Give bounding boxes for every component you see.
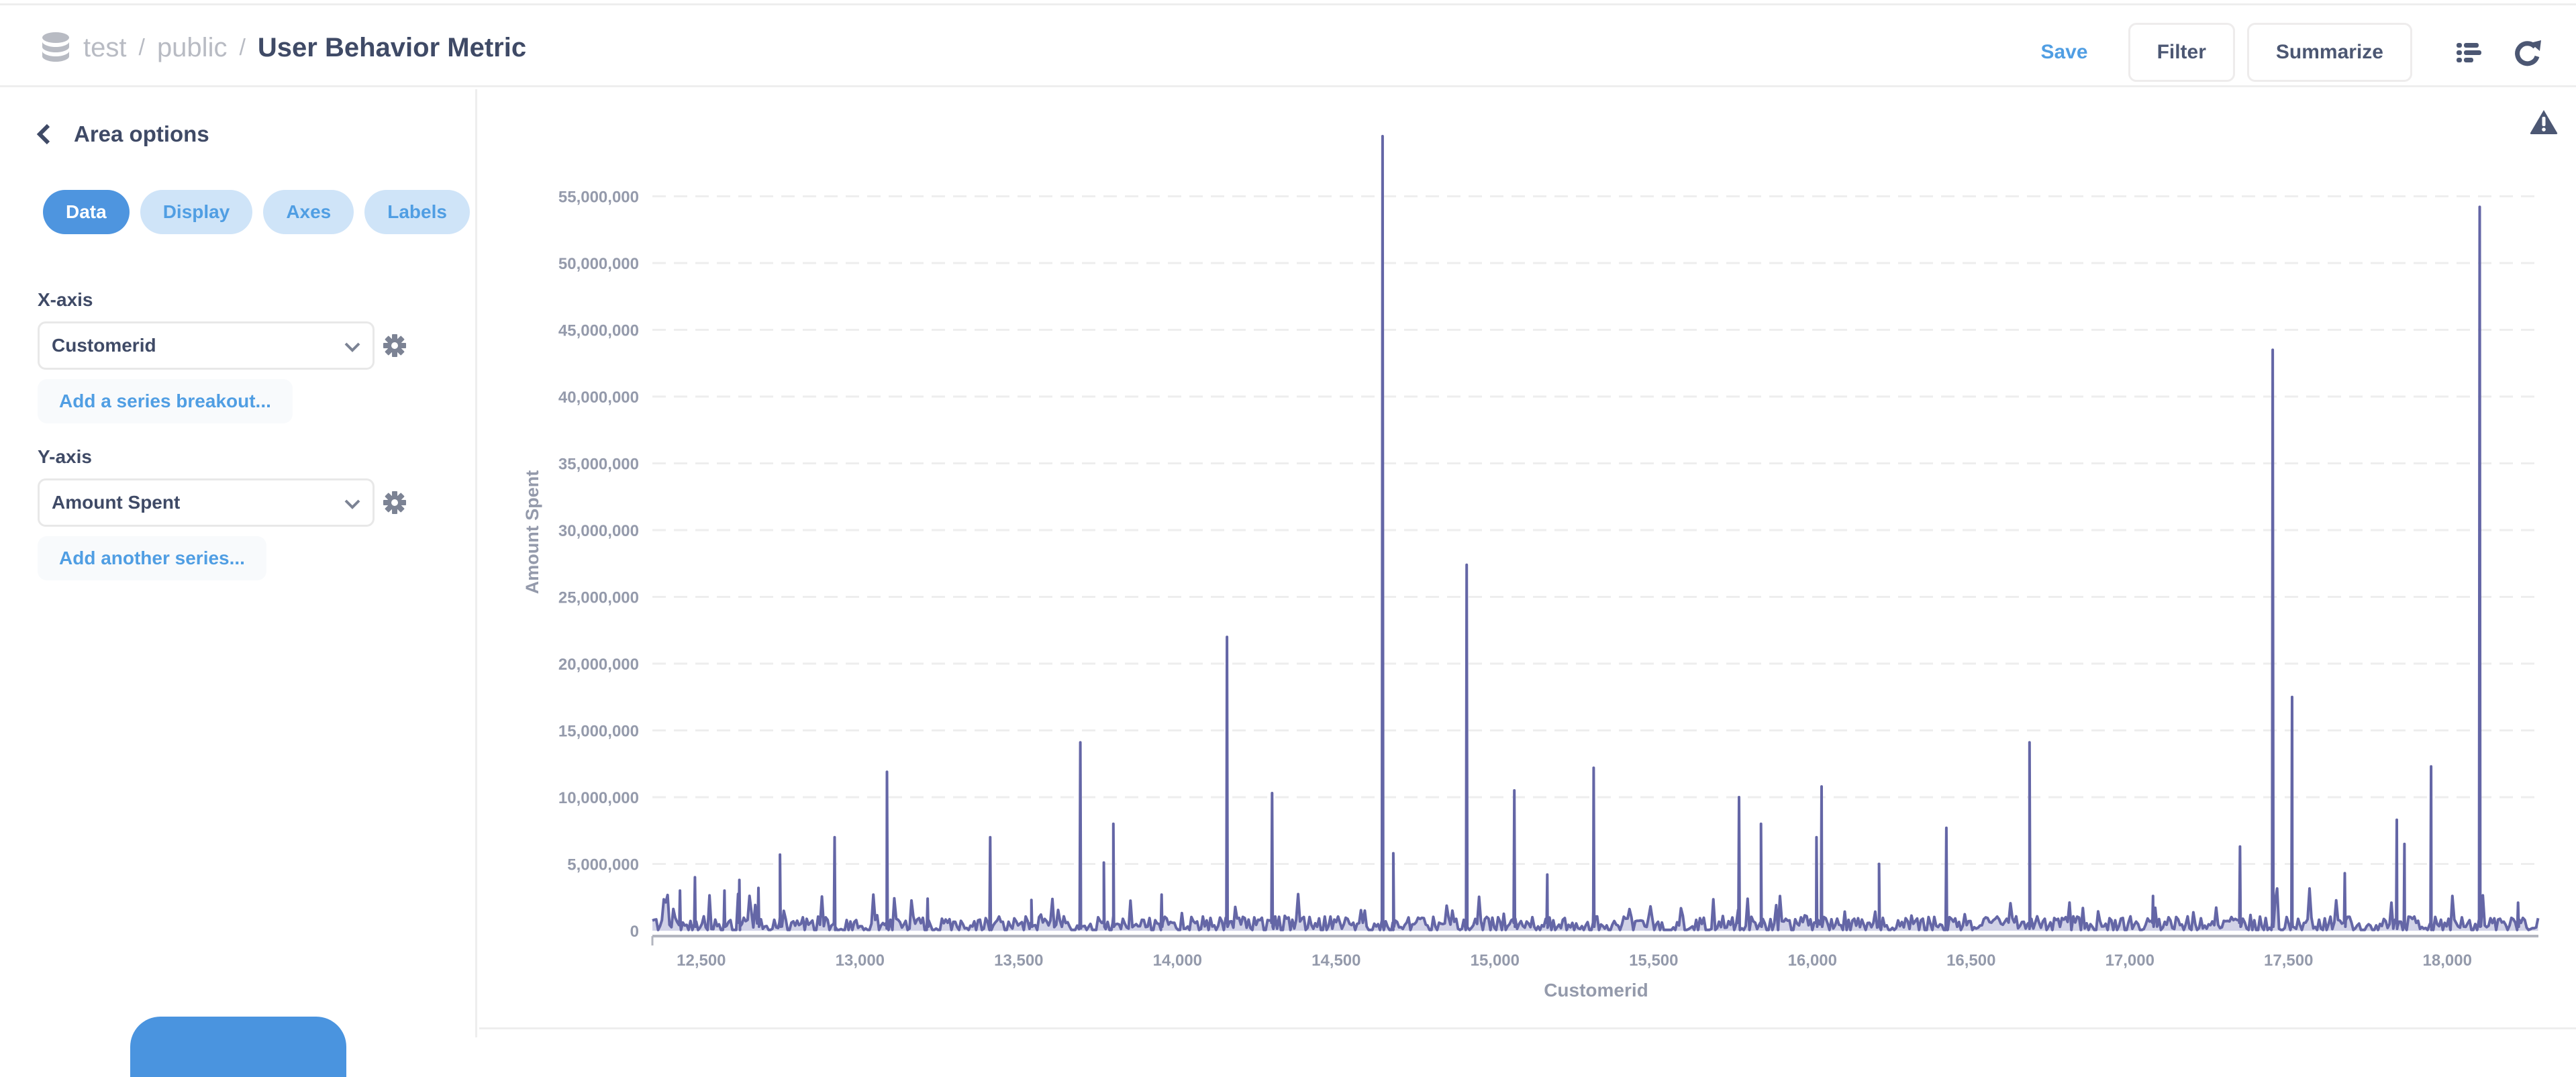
x-tick-label: 15,500 <box>1629 952 1678 970</box>
chevron-left-icon <box>36 123 50 145</box>
header-actions: Save Filter Summarize <box>2040 23 2576 82</box>
y-axis-value: Amount Spent <box>52 492 181 513</box>
refresh-icon[interactable] <box>2513 38 2542 67</box>
y-tick-label: 20,000,000 <box>558 656 639 674</box>
y-tick-label: 15,000,000 <box>558 723 639 741</box>
x-tick-label: 17,000 <box>2106 952 2154 970</box>
filter-button[interactable]: Filter <box>2128 23 2235 82</box>
tab-labels[interactable]: Labels <box>364 190 470 234</box>
x-tick-label: 12,500 <box>677 952 726 970</box>
breadcrumb: test / public / User Behavior Metric <box>42 32 526 63</box>
x-axis-value: Customerid <box>52 335 156 356</box>
y-tick-label: 55,000,000 <box>558 189 639 207</box>
y-tick-label: 45,000,000 <box>558 322 639 340</box>
save-button[interactable]: Save <box>2040 41 2087 64</box>
summarize-button[interactable]: Summarize <box>2246 23 2412 82</box>
x-tick-label: 13,500 <box>994 952 1043 970</box>
settings-tabs: Data Display Axes Labels <box>43 190 481 234</box>
x-tick-label: 18,000 <box>2423 952 2472 970</box>
x-tick-label: 16,500 <box>1946 952 1995 970</box>
x-axis-label: X-axis <box>38 289 93 310</box>
database-icon <box>42 32 69 62</box>
y-tick-label: 25,000,000 <box>558 589 639 607</box>
x-axis-gear-icon[interactable] <box>383 334 407 358</box>
sidebar-title: Area options <box>74 121 209 146</box>
query-header: test / public / User Behavior Metric Sav… <box>0 5 2576 87</box>
breadcrumb-separator: / <box>239 34 246 60</box>
y-axis-select[interactable]: Amount Spent <box>38 478 375 527</box>
y-tick-label: 50,000,000 <box>558 255 639 273</box>
breadcrumb-separator: / <box>138 34 145 60</box>
x-tick-label: 14,500 <box>1311 952 1360 970</box>
y-tick-label: 30,000,000 <box>558 522 639 540</box>
back-to-chart-types[interactable]: Area options <box>35 121 209 147</box>
y-tick-labels: 0 5,000,000 10,000,000 15,000,000 20,000,000… <box>558 189 639 941</box>
x-tick-label: 15,000 <box>1471 952 1520 970</box>
tab-display[interactable]: Display <box>140 190 253 234</box>
chevron-down-icon <box>344 499 360 509</box>
chevron-down-icon <box>344 342 360 352</box>
y-tick-label: 5,000,000 <box>567 856 639 874</box>
y-tick-label: 35,000,000 <box>558 456 639 474</box>
series-amount-spent <box>652 135 2540 931</box>
series-line <box>652 135 2540 931</box>
breadcrumb-database[interactable]: test <box>83 33 126 63</box>
area-chart: 0 5,000,000 10,000,000 15,000,000 20,000,000… <box>522 135 2540 1001</box>
add-series-breakout-button[interactable]: Add a series breakout... <box>38 379 293 423</box>
x-axis-select[interactable]: Customerid <box>38 321 375 370</box>
x-tick-label: 17,500 <box>2264 952 2313 970</box>
notebook-list-icon[interactable] <box>2454 38 2483 67</box>
y-axis-label: Y-axis <box>38 446 92 467</box>
done-button[interactable] <box>130 1017 346 1077</box>
y-tick-label: 10,000,000 <box>558 789 639 807</box>
series-area-fill <box>652 136 2538 931</box>
y-axis-gear-icon[interactable] <box>383 491 407 515</box>
tab-axes[interactable]: Axes <box>263 190 354 234</box>
y-tick-label: 0 <box>630 923 639 941</box>
add-another-series-button[interactable]: Add another series... <box>38 536 266 580</box>
gridlines <box>652 195 2538 865</box>
x-tick-label: 13,000 <box>836 952 885 970</box>
y-tick-label: 40,000,000 <box>558 389 639 407</box>
x-axis-title: Customerid <box>1544 980 1648 1001</box>
y-axis-title: Amount Spent <box>522 470 542 594</box>
x-tick-label: 16,000 <box>1788 952 1837 970</box>
window-top-border <box>0 0 2576 5</box>
chart-bottom-border <box>479 1027 2576 1029</box>
page-title: User Behavior Metric <box>257 32 527 62</box>
breadcrumb-schema[interactable]: public <box>157 33 228 63</box>
x-axis: 12,500 13,000 13,500 14,000 14,500 15,000 15,5… <box>651 935 2538 970</box>
x-tick-label: 14,000 <box>1153 952 1202 970</box>
chart-settings-sidebar: Area options Data Display Axes Labels X-… <box>0 89 477 1077</box>
tab-data[interactable]: Data <box>43 190 130 234</box>
